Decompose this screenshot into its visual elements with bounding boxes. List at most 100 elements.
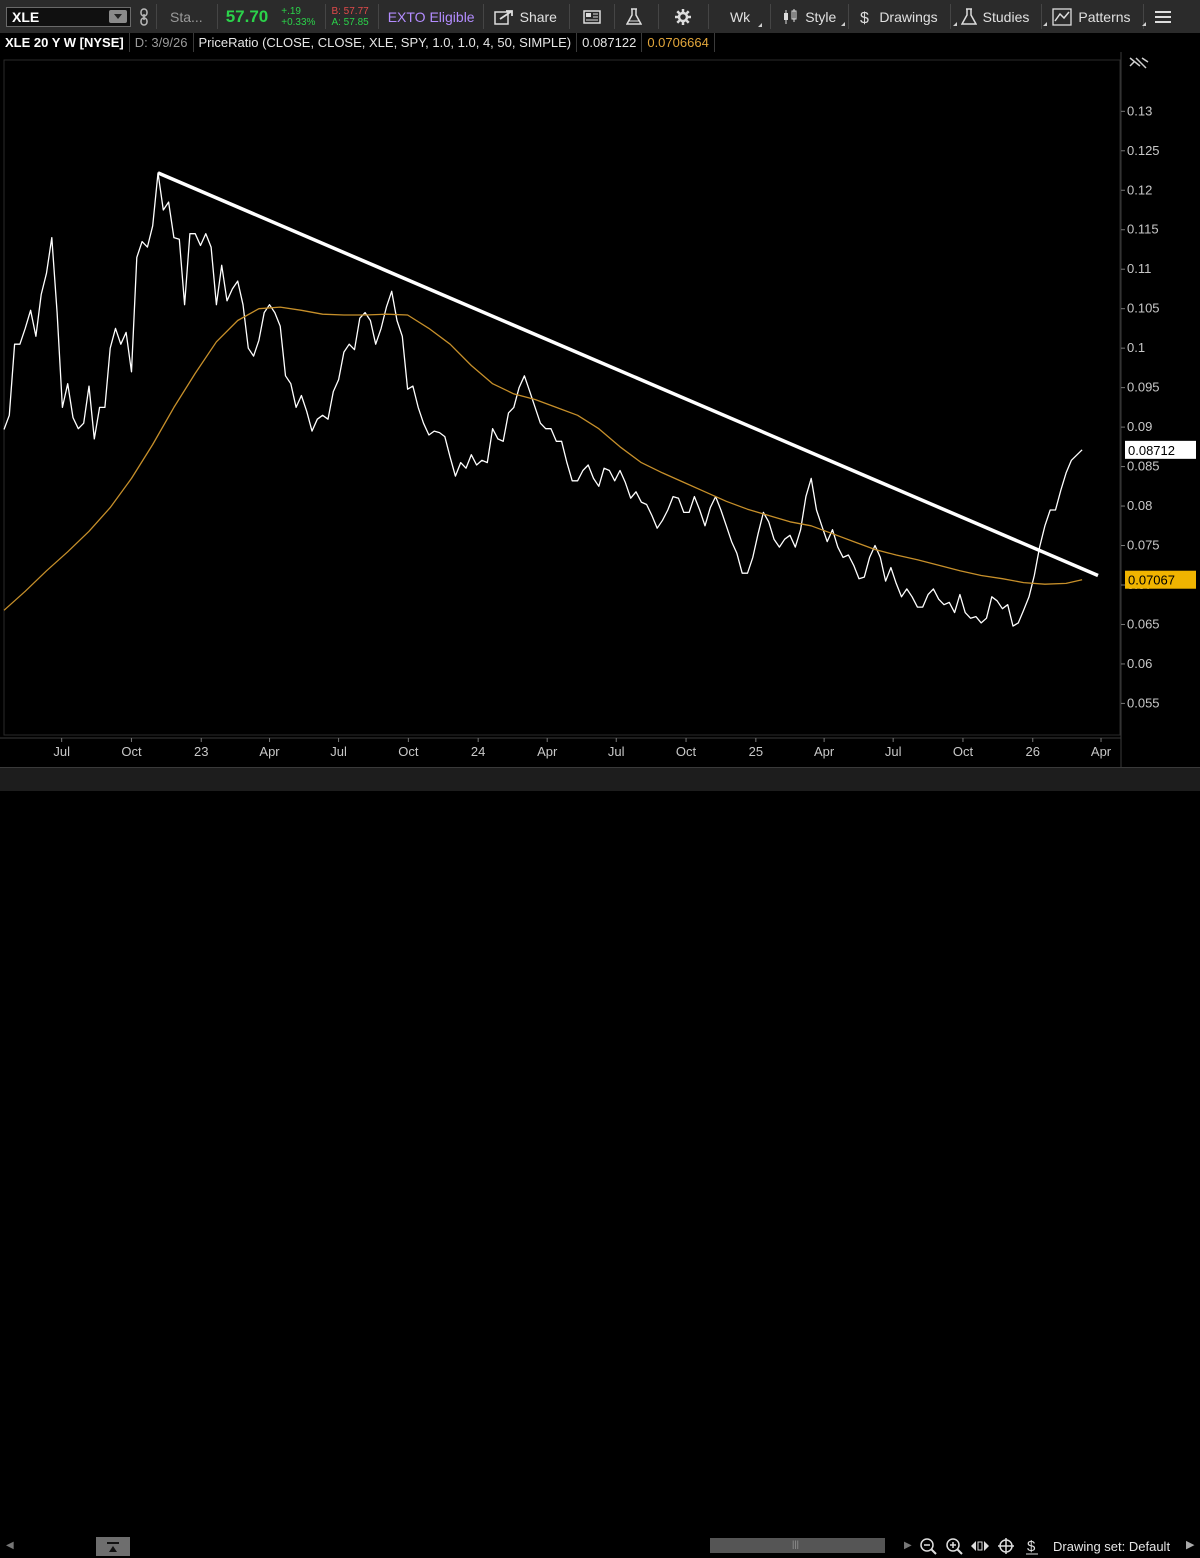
share-button[interactable]: Share — [493, 9, 557, 25]
crosshair-icon — [998, 1538, 1014, 1554]
home-arrow-icon — [107, 1541, 119, 1552]
pan-button[interactable] — [970, 1536, 990, 1556]
chart-date: D: 3/9/26 — [130, 33, 194, 52]
x-tick-label: Jul — [885, 744, 902, 759]
x-tick-label: Apr — [1091, 744, 1112, 759]
scroll-right-icon[interactable]: ▶ — [904, 1540, 912, 1551]
x-tick-label: Oct — [121, 744, 142, 759]
x-tick-label: Oct — [953, 744, 974, 759]
scroll-left-icon[interactable]: ◀ — [6, 1540, 14, 1551]
toolbar-divider — [377, 4, 379, 29]
bid-price: B: 57.77 — [331, 5, 369, 17]
x-tick-label: Apr — [537, 744, 558, 759]
link-icon[interactable] — [137, 7, 151, 27]
y-tick-label: 0.08 — [1127, 498, 1152, 513]
y-tick-label: 0.075 — [1127, 538, 1160, 553]
chain-link-icon — [140, 7, 148, 26]
aggregation-button[interactable]: Wk — [729, 8, 762, 27]
symbol-dropdown-button[interactable] — [109, 10, 127, 23]
menu-button[interactable] — [1154, 9, 1172, 25]
study-value: 0.087122 — [577, 33, 643, 52]
studies-label: Studies — [982, 8, 1030, 25]
y-tick-label: 0.115 — [1127, 222, 1159, 237]
patterns-button[interactable]: Patterns — [1052, 7, 1147, 26]
pan-arrows-icon — [971, 1541, 989, 1551]
chart-background — [0, 52, 1200, 767]
y-tick-label: 0.065 — [1127, 616, 1160, 631]
crosshair-button[interactable] — [996, 1536, 1016, 1556]
y-tick-label: 0.12 — [1127, 182, 1152, 197]
dropdown-corner-icon — [757, 22, 762, 27]
flask-icon — [960, 7, 977, 25]
dropdown-corner-icon — [1042, 21, 1047, 26]
scrollbar-grip-icon[interactable]: ||| — [792, 1539, 799, 1549]
share-icon — [493, 9, 513, 25]
x-tick-label: Jul — [330, 744, 347, 759]
price-ratio-chart[interactable]: 0.0550.060.0650.070.0750.080.0850.090.09… — [0, 52, 1200, 767]
go-to-latest-button[interactable] — [96, 1537, 130, 1556]
dropdown-corner-icon — [953, 21, 958, 26]
x-tick-label: Jul — [53, 744, 70, 759]
x-tick-label: Oct — [398, 744, 419, 759]
drawing-set-label[interactable]: Drawing set: Default — [1053, 1539, 1170, 1554]
patterns-icon — [1052, 7, 1073, 26]
candlestick-icon — [784, 8, 797, 24]
dollar-icon: $ — [1026, 1538, 1038, 1555]
zoom-controls: $ — [918, 1536, 1042, 1556]
toolbar-divider — [216, 4, 218, 29]
svg-text:$: $ — [860, 10, 869, 26]
bottom-toolbar: ◀ ||| ▶ $ Drawing set: Default ▶ — [0, 767, 1200, 1556]
y-tick-label: 0.095 — [1127, 380, 1160, 395]
x-tick-label: 26 — [1026, 744, 1040, 759]
percent-change: +0.33% — [281, 16, 316, 28]
ask-price: A: 57.85 — [331, 16, 369, 28]
ma-value-badge: 0.07067 — [1128, 573, 1175, 588]
y-tick-label: 0.125 — [1127, 143, 1160, 158]
x-tick-label: Jul — [608, 744, 625, 759]
price-axis-button[interactable]: $ — [1022, 1536, 1042, 1556]
status-text[interactable]: Sta... — [170, 9, 203, 25]
y-tick-label: 0.105 — [1127, 301, 1160, 316]
x-tick-label: 23 — [194, 744, 208, 759]
symbol-selector[interactable]: XLE — [6, 6, 131, 27]
change-block: +.19 +0.33% — [281, 6, 315, 28]
style-button[interactable]: Style — [781, 8, 846, 26]
net-change: +.19 — [281, 5, 301, 17]
dropdown-corner-icon — [1142, 21, 1147, 26]
toolbar-divider — [848, 4, 850, 29]
aggregation-label: Wk — [729, 8, 751, 25]
zoom-out-icon — [920, 1538, 937, 1555]
dollar-icon: $ — [860, 10, 869, 26]
bid-ask-block: B: 57.77 A: 57.85 — [331, 6, 368, 28]
svg-text:$: $ — [1027, 1538, 1036, 1555]
last-price: 57.70 — [225, 6, 269, 26]
menu-icon — [1154, 10, 1171, 23]
zoom-out-button[interactable] — [918, 1536, 938, 1556]
last-value-badge: 0.08712 — [1128, 443, 1175, 458]
chart-title[interactable]: XLE 20 Y W [NYSE] — [0, 33, 130, 52]
toolbar-divider — [657, 4, 659, 29]
dropdown-corner-icon — [841, 21, 846, 26]
toolbar-divider — [949, 4, 951, 29]
studies-button[interactable]: Studies — [960, 7, 1047, 26]
chart-area[interactable]: 0.0550.060.0650.070.0750.080.0850.090.09… — [0, 52, 1200, 767]
x-tick-label: 24 — [471, 744, 485, 759]
symbol-text: XLE — [12, 8, 40, 25]
toolbar-divider — [770, 4, 772, 29]
gear-icon — [674, 8, 691, 25]
settings-button[interactable] — [674, 8, 694, 26]
news-icon — [583, 9, 601, 24]
style-label: Style — [805, 8, 837, 25]
y-tick-label: 0.06 — [1127, 656, 1152, 671]
toolbar-divider — [482, 4, 484, 29]
news-button[interactable] — [582, 9, 602, 25]
study-label[interactable]: PriceRatio (CLOSE, CLOSE, XLE, SPY, 1.0,… — [194, 33, 578, 52]
expand-right-icon[interactable]: ▶ — [1186, 1538, 1194, 1551]
exto-eligible-label[interactable]: EXTO Eligible — [388, 9, 475, 25]
chart-header: XLE 20 Y W [NYSE] D: 3/9/26 PriceRatio (… — [0, 33, 1200, 52]
drawings-label: Drawings — [879, 8, 938, 25]
lab-button[interactable] — [625, 7, 646, 26]
zoom-in-button[interactable] — [944, 1536, 964, 1556]
drawings-button[interactable]: $ Drawings — [859, 8, 958, 26]
x-tick-label: 25 — [749, 744, 763, 759]
